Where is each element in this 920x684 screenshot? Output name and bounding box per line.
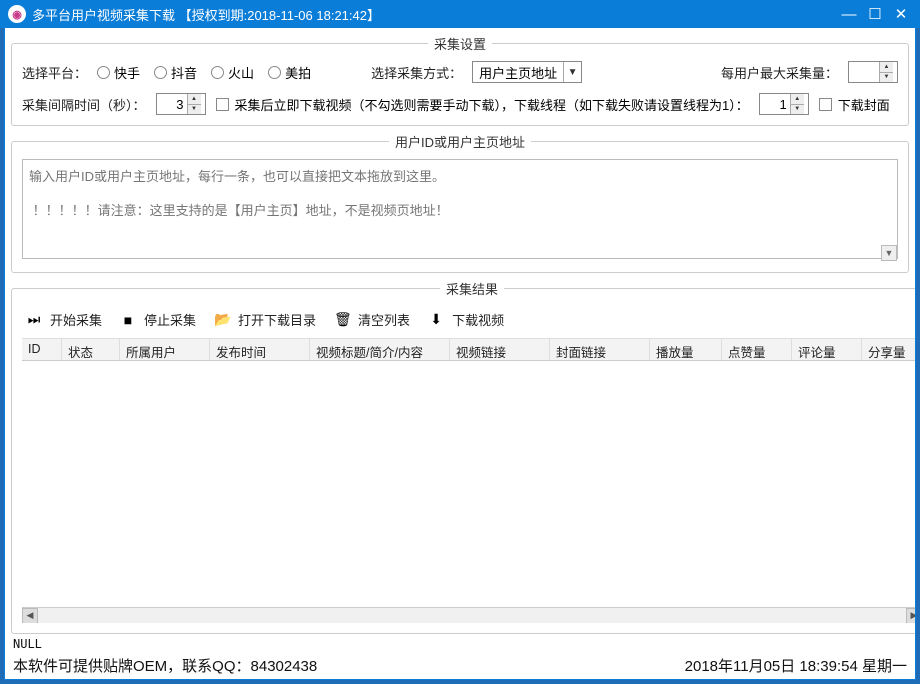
mode-select[interactable]: 用户主页地址 ▼: [472, 61, 582, 83]
close-button[interactable]: ✕: [888, 1, 914, 27]
radio-douyin[interactable]: 抖音: [154, 63, 197, 82]
maximize-button[interactable]: ☐: [862, 1, 888, 27]
download-after-label: 采集后立即下载视频（不勾选则需要手动下载），下载线程（如下载失败请设置线程为1）…: [235, 95, 749, 114]
mode-label: 选择采集方式：: [371, 63, 462, 82]
checkbox-icon: [216, 98, 229, 111]
download-cover-label: 下载封面: [838, 95, 890, 114]
folder-open-icon: 📂: [214, 311, 230, 328]
window-title: 多平台用户视频采集下载 【授权到期:2018-11-06 18:21:42】: [32, 5, 836, 24]
textarea-scroll-down-icon[interactable]: ▼: [881, 245, 897, 261]
platform-radio-group: 快手 抖音 火山 美拍: [97, 63, 311, 82]
spin-down-icon[interactable]: ▼: [188, 105, 201, 115]
column-header[interactable]: 评论量: [792, 339, 862, 360]
chevron-down-icon: ▼: [563, 62, 581, 82]
max-per-user-label: 每用户最大采集量：: [721, 63, 838, 82]
results-table: ID状态所属用户发布时间视频标题/简介/内容视频链接封面链接播放量点赞量评论量分…: [22, 338, 916, 623]
clear-list-button[interactable]: 🗑 清空列表: [334, 310, 410, 329]
app-icon: ◉: [8, 5, 26, 23]
id-input-group: 用户ID或用户主页地址 ▼: [11, 132, 909, 273]
results-group: 采集结果 ⏭ 开始采集 ■ 停止采集 📂 打开下载目录: [11, 279, 916, 634]
scroll-left-icon[interactable]: ◀: [22, 608, 38, 624]
platform-label: 选择平台：: [22, 63, 87, 82]
max-per-user-field[interactable]: [849, 65, 879, 80]
footer-right-datetime: 2018年11月05日 18:39:54 星期一: [685, 655, 907, 676]
radio-meipai[interactable]: 美拍: [268, 63, 311, 82]
column-header[interactable]: 发布时间: [210, 339, 310, 360]
download-cover-checkbox[interactable]: 下载封面: [819, 95, 890, 114]
download-video-button[interactable]: ⬇ 下载视频: [428, 310, 504, 329]
column-header[interactable]: 视频标题/简介/内容: [310, 339, 450, 360]
results-table-header: ID状态所属用户发布时间视频标题/简介/内容视频链接封面链接播放量点赞量评论量分…: [22, 339, 916, 361]
collect-settings-legend: 采集设置: [428, 34, 492, 53]
minimize-button[interactable]: —: [836, 1, 862, 27]
spin-up-icon[interactable]: ▲: [880, 62, 893, 73]
radio-huoshan[interactable]: 火山: [211, 63, 254, 82]
column-header[interactable]: 分享量: [862, 339, 916, 360]
spin-up-icon[interactable]: ▲: [791, 94, 804, 105]
interval-input[interactable]: ▲▼: [156, 93, 206, 115]
id-textarea[interactable]: [22, 159, 898, 259]
radio-kuaishou[interactable]: 快手: [97, 63, 140, 82]
titlebar: ◉ 多平台用户视频采集下载 【授权到期:2018-11-06 18:21:42】…: [0, 0, 920, 28]
column-header[interactable]: ID: [22, 339, 62, 360]
open-dir-button[interactable]: 📂 打开下载目录: [214, 310, 316, 329]
id-input-legend: 用户ID或用户主页地址: [389, 132, 531, 151]
download-icon: ⬇: [428, 311, 444, 328]
footer-left-text: 本软件可提供贴牌OEM，联系QQ：84302438: [13, 655, 317, 676]
spin-down-icon[interactable]: ▼: [791, 105, 804, 115]
trash-icon: 🗑: [334, 311, 350, 328]
mode-select-value: 用户主页地址: [473, 63, 563, 82]
column-header[interactable]: 视频链接: [450, 339, 550, 360]
start-collect-button[interactable]: ⏭ 开始采集: [26, 310, 102, 329]
column-header[interactable]: 状态: [62, 339, 120, 360]
collect-settings-group: 采集设置 选择平台： 快手 抖音 火山 美拍 选择采集方式： 用户主页地址 ▼ …: [11, 34, 909, 126]
stop-icon: ■: [120, 312, 136, 328]
scroll-right-icon[interactable]: ▶: [906, 608, 916, 624]
results-table-body[interactable]: [22, 361, 916, 607]
column-header[interactable]: 点赞量: [722, 339, 792, 360]
interval-label: 采集间隔时间（秒）：: [22, 95, 146, 114]
status-null-text: NULL: [11, 636, 909, 652]
column-header[interactable]: 所属用户: [120, 339, 210, 360]
download-after-checkbox[interactable]: 采集后立即下载视频（不勾选则需要手动下载），下载线程（如下载失败请设置线程为1）…: [216, 95, 749, 114]
stop-collect-button[interactable]: ■ 停止采集: [120, 310, 196, 329]
thread-field[interactable]: [760, 97, 790, 112]
spin-up-icon[interactable]: ▲: [188, 94, 201, 105]
thread-input[interactable]: ▲▼: [759, 93, 809, 115]
column-header[interactable]: 封面链接: [550, 339, 650, 360]
max-per-user-input[interactable]: ▲▼: [848, 61, 898, 83]
horizontal-scrollbar[interactable]: ◀ ▶: [22, 607, 916, 623]
footer: 本软件可提供贴牌OEM，联系QQ：84302438 2018年11月05日 18…: [11, 652, 909, 677]
results-toolbar: ⏭ 开始采集 ■ 停止采集 📂 打开下载目录 🗑 清空列表: [22, 306, 916, 338]
checkbox-icon: [819, 98, 832, 111]
interval-field[interactable]: [157, 97, 187, 112]
spin-down-icon[interactable]: ▼: [880, 73, 893, 83]
play-forward-icon: ⏭: [26, 311, 42, 328]
column-header[interactable]: 播放量: [650, 339, 722, 360]
results-legend: 采集结果: [440, 279, 504, 298]
